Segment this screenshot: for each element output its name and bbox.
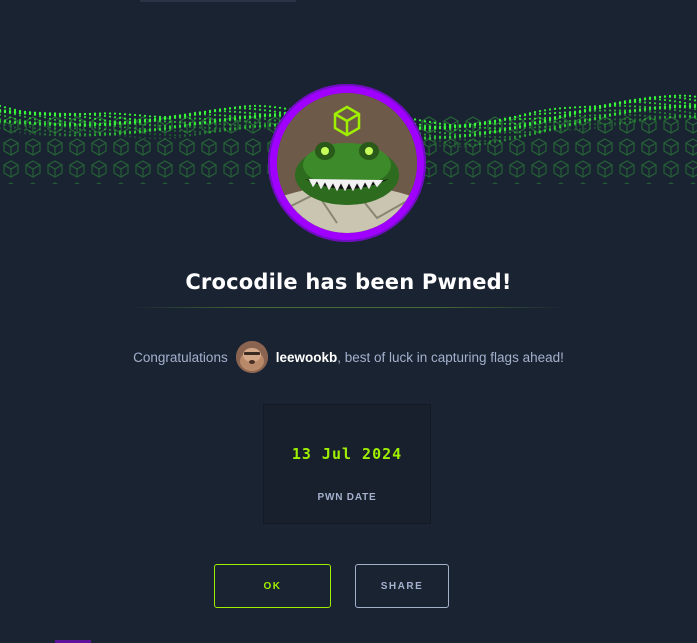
- top-edge-strip: [140, 0, 296, 2]
- pwn-date-label: PWN DATE: [317, 492, 377, 503]
- pwn-date-card: 13 Jul 2024 PWN DATE: [263, 404, 431, 524]
- congratulations-suffix: , best of luck in capturing flags ahead!: [337, 349, 564, 365]
- machine-avatar-ring: [268, 84, 426, 242]
- congratulations-message: Congratulations leewookb , best of luck …: [0, 340, 697, 374]
- pwned-title: Crocodile has been Pwned!: [185, 270, 512, 294]
- username-link[interactable]: leewookb: [276, 350, 338, 365]
- crocodile-machine-avatar: [277, 93, 417, 233]
- share-button[interactable]: SHARE: [355, 564, 449, 608]
- title-divider: [128, 307, 568, 308]
- ok-button[interactable]: OK: [214, 564, 331, 608]
- pwn-date-value: 13 Jul 2024: [291, 445, 403, 463]
- congratulations-label: Congratulations: [133, 349, 228, 365]
- user-avatar[interactable]: [235, 341, 268, 373]
